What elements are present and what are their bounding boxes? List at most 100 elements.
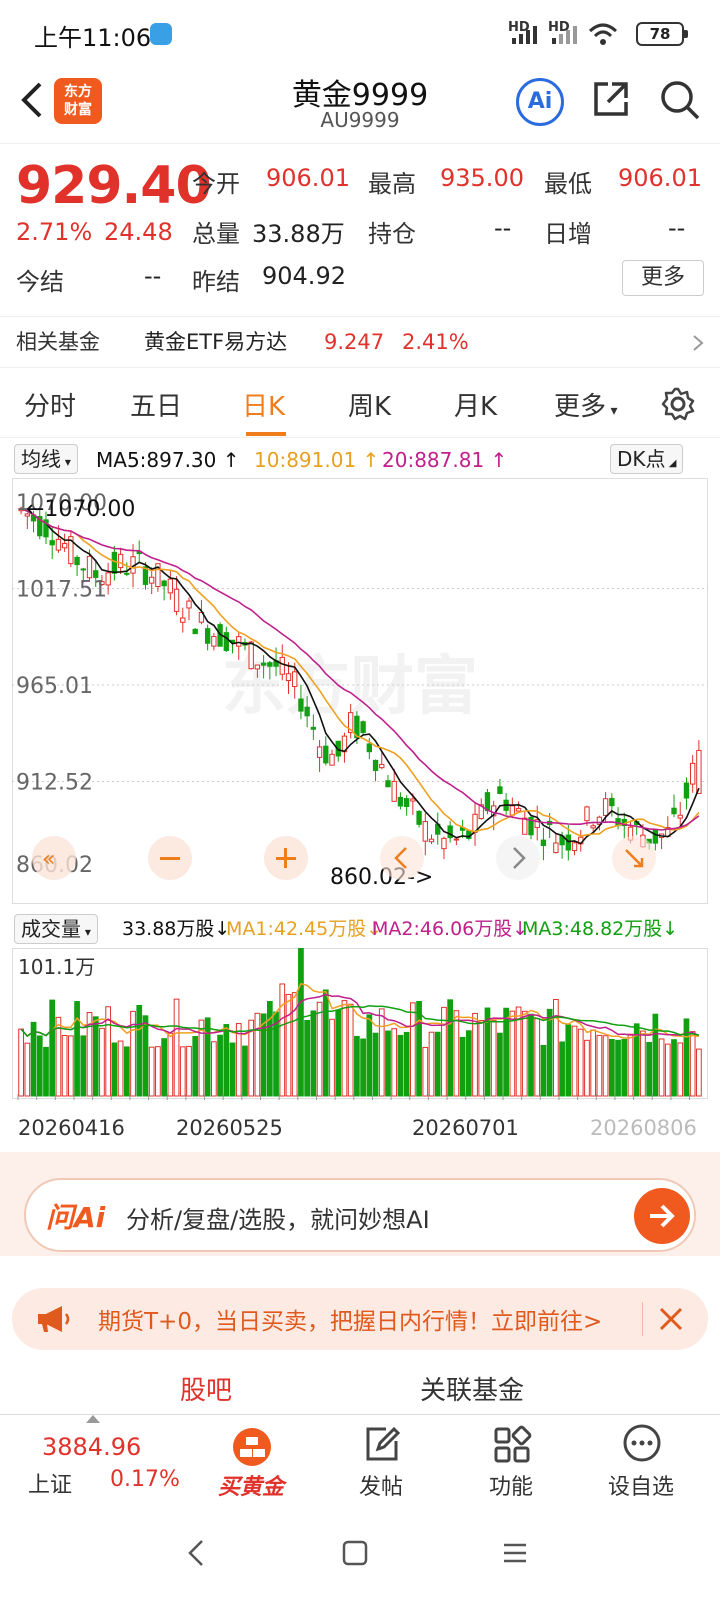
system-home-icon[interactable] bbox=[342, 1540, 368, 1566]
ai-submit-button[interactable] bbox=[634, 1188, 690, 1244]
related-fund-row[interactable]: 相关基金 黄金ETF易方达 9.247 2.41% bbox=[0, 316, 720, 368]
ma5-text: MA5:897.30 bbox=[96, 448, 217, 472]
volume-ma2: MA2:46.06万股↓ bbox=[372, 912, 528, 946]
open-value: 906.01 bbox=[266, 164, 350, 192]
candle-down bbox=[124, 572, 130, 575]
daily-increase-value: -- bbox=[668, 214, 686, 242]
volume-bar-down bbox=[683, 1018, 690, 1097]
volume-bar-up bbox=[378, 1008, 385, 1097]
settle-value: -- bbox=[144, 262, 162, 290]
volume-bar-up bbox=[453, 1010, 460, 1097]
candle-down bbox=[204, 628, 211, 644]
candle-up bbox=[422, 821, 428, 842]
search-icon[interactable] bbox=[658, 78, 702, 122]
tab-monthly-k[interactable]: 月K bbox=[454, 386, 497, 423]
candle-up bbox=[61, 542, 68, 549]
tab-related-funds[interactable]: 关联基金 bbox=[420, 1370, 524, 1407]
volume-bar-down bbox=[161, 1038, 167, 1097]
status-time: 上午11:06 bbox=[34, 24, 152, 52]
volume-bar-up bbox=[472, 1012, 478, 1097]
volume-legend-bar: 成交量 ▾ 33.88万股↓ MA1:42.45万股↓ MA2:46.06万股↓… bbox=[14, 912, 706, 946]
candle-up bbox=[515, 808, 522, 812]
candle-down bbox=[304, 706, 310, 717]
y-axis-label: 1017.51 bbox=[16, 577, 107, 602]
volume-bar-down bbox=[354, 1035, 360, 1097]
volume-indicator-select[interactable]: 成交量 ▾ bbox=[14, 914, 98, 944]
ai-placeholder: 分析/复盘/选股，就问妙想AI bbox=[126, 1206, 430, 1234]
tab-daily-k[interactable]: 日K bbox=[242, 386, 285, 423]
minus-icon bbox=[160, 857, 180, 860]
volume-bar-up bbox=[347, 1003, 354, 1097]
candle-up bbox=[254, 664, 261, 670]
volume-bar-down bbox=[621, 1038, 628, 1097]
gear-icon[interactable] bbox=[660, 386, 696, 422]
volume-bar-up bbox=[341, 1000, 348, 1097]
system-menu-icon[interactable] bbox=[502, 1542, 528, 1564]
tab-intraday[interactable]: 分时 bbox=[24, 386, 76, 423]
candle-up bbox=[391, 780, 397, 802]
tab-forum[interactable]: 股吧 bbox=[180, 1370, 232, 1407]
add-watchlist-button[interactable]: 设自选 bbox=[576, 1415, 706, 1507]
ai-search-input[interactable]: 问Ai 分析/复盘/选股，就问妙想AI bbox=[24, 1178, 696, 1252]
volume-bar-down bbox=[217, 1034, 223, 1097]
volume-bar-down bbox=[397, 1034, 404, 1097]
volume-bar-down bbox=[385, 1030, 391, 1097]
settle-label: 今结 bbox=[16, 268, 64, 296]
volume-bar-up bbox=[254, 1012, 261, 1097]
candle-up bbox=[441, 837, 447, 850]
candle-down bbox=[540, 839, 547, 847]
volume-bar-down bbox=[416, 1000, 422, 1097]
back-button[interactable] bbox=[18, 78, 46, 130]
buy-gold-button[interactable]: 买黄金 bbox=[186, 1415, 316, 1507]
close-icon[interactable] bbox=[658, 1306, 684, 1332]
more-quote-button[interactable]: 更多 bbox=[622, 260, 704, 296]
logo-text-2: 财富 bbox=[64, 102, 92, 118]
volume-bar-down bbox=[266, 1001, 273, 1097]
functions-button[interactable]: 功能 bbox=[446, 1415, 576, 1507]
volume-bar-up bbox=[329, 1018, 335, 1097]
candlestick-chart[interactable]: 东方财富 1070.001017.51965.01912.52860.02 ←1… bbox=[12, 478, 708, 904]
volume-bar-down bbox=[434, 1031, 441, 1097]
share-icon[interactable] bbox=[590, 78, 632, 120]
ai-button[interactable]: Ai bbox=[516, 78, 564, 126]
volume-bar-down bbox=[615, 1039, 621, 1097]
volume-total-text: 33.88万股 bbox=[122, 918, 215, 940]
candle-up bbox=[602, 798, 609, 816]
volume-bar-up bbox=[422, 1046, 429, 1097]
candle-up bbox=[211, 635, 217, 647]
tab-more[interactable]: 更多 ▾ bbox=[554, 386, 618, 423]
volume-bar-up bbox=[640, 1030, 646, 1097]
page-subtitle: AU9999 bbox=[320, 108, 400, 132]
prev-candle-button[interactable] bbox=[380, 836, 424, 880]
candle-down bbox=[416, 810, 422, 825]
volume-bar-down bbox=[43, 1046, 49, 1097]
candle-up bbox=[379, 763, 385, 769]
gold-bars-icon bbox=[233, 1428, 271, 1466]
volume-ma1-line bbox=[20, 982, 700, 1039]
volume-bar-up bbox=[677, 1042, 684, 1097]
post-button[interactable]: 发帖 bbox=[316, 1415, 446, 1507]
volume-bar-up bbox=[509, 1010, 516, 1097]
system-back-icon[interactable] bbox=[186, 1538, 206, 1568]
volume-bar-down bbox=[204, 1017, 211, 1097]
promo-banner[interactable]: 期货T+0，当日买卖，把握日内行情！立即前往> bbox=[12, 1288, 708, 1350]
indicator-select[interactable]: 均线 ▾ bbox=[14, 444, 78, 474]
volume-bar-up bbox=[696, 1048, 702, 1097]
candle-down bbox=[360, 721, 366, 733]
volume-max-label: 101.1万 bbox=[18, 955, 95, 979]
candle-up bbox=[571, 842, 578, 852]
index-ticker[interactable]: 3884.96 上证 0.17% bbox=[0, 1415, 186, 1507]
candle-down bbox=[223, 632, 229, 651]
volume-bar-down bbox=[447, 999, 454, 1097]
dk-point-button[interactable]: DK点 ◢ bbox=[610, 444, 684, 474]
last-price: 929.40 bbox=[16, 156, 212, 216]
volume-bar-down bbox=[366, 1014, 373, 1097]
volume-bar-down bbox=[80, 1035, 87, 1097]
tab-five-day[interactable]: 五日 bbox=[130, 386, 182, 423]
candle-up bbox=[186, 600, 192, 609]
volume-chart[interactable]: 101.1万 bbox=[12, 948, 708, 1100]
candle-down bbox=[192, 628, 198, 635]
tab-weekly-k[interactable]: 周K bbox=[348, 386, 391, 423]
next-candle-button[interactable] bbox=[496, 836, 540, 880]
arrow-right-icon bbox=[650, 1204, 675, 1228]
